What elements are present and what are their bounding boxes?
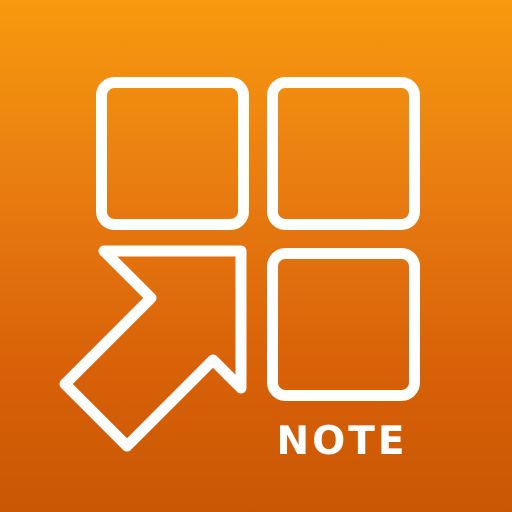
grid-square-bottom-right (267, 248, 420, 401)
app-icon: NOTE (0, 0, 512, 512)
note-label: NOTE (276, 419, 408, 464)
arrow-icon (59, 245, 247, 452)
grid-square-top-right (267, 77, 420, 230)
grid-square-top-left (96, 77, 249, 230)
